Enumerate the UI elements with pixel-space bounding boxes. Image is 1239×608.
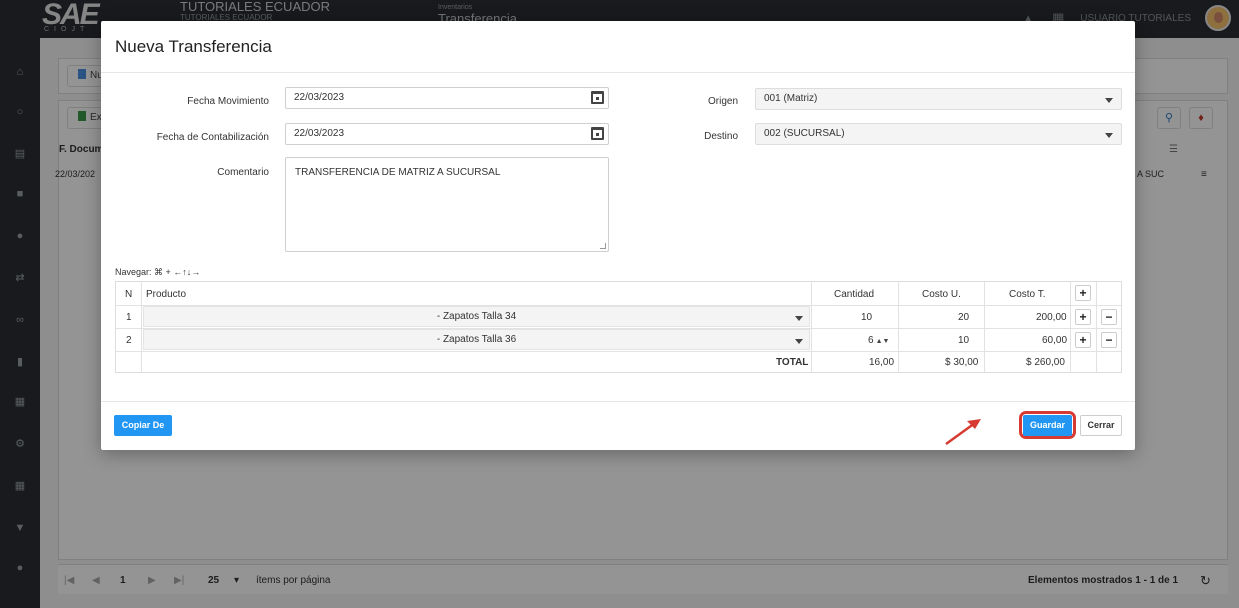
comentario-value: TRANSFERENCIA DE MATRIZ A SUCURSAL <box>295 167 501 178</box>
fecha-movimiento-input[interactable]: 22/03/2023 <box>285 87 609 109</box>
row-2-cantidad: 6 <box>868 335 874 346</box>
nueva-transferencia-dialog: Nueva Transferencia Fecha Movimiento 22/… <box>101 21 1135 450</box>
header-producto: Producto <box>146 289 187 300</box>
grid-col-divider <box>141 282 142 372</box>
comentario-textarea[interactable]: TRANSFERENCIA DE MATRIZ A SUCURSAL <box>285 157 609 252</box>
row-2-costo-u[interactable]: 10 <box>958 335 969 346</box>
row-2-producto-select[interactable]: - Zapatos Talla 36 <box>143 329 810 350</box>
destino-select[interactable]: 002 (SUCURSAL) <box>755 123 1122 145</box>
comentario-label: Comentario <box>217 167 269 178</box>
cerrar-button[interactable]: Cerrar <box>1080 415 1122 436</box>
row-1-producto: - Zapatos Talla 34 <box>436 311 517 322</box>
origen-select[interactable]: 001 (Matriz) <box>755 88 1122 110</box>
grid-row-divider <box>116 351 1121 352</box>
calendar-icon[interactable] <box>591 91 604 104</box>
row-1-cantidad[interactable]: 10 <box>861 312 872 323</box>
total-costo-u: $ 30,00 <box>945 357 979 368</box>
row-1-n: 1 <box>126 312 132 323</box>
header-divider <box>101 72 1135 73</box>
grid-col-divider <box>1070 282 1071 372</box>
chevron-down-icon <box>1105 133 1113 138</box>
fecha-contabilizacion-input[interactable]: 22/03/2023 <box>285 123 609 145</box>
fecha-movimiento-label: Fecha Movimiento <box>187 96 269 107</box>
pointer-arrow-icon <box>945 419 981 446</box>
header-costo-u: Costo U. <box>922 289 961 300</box>
total-costo-t: $ 260,00 <box>1026 357 1065 368</box>
calendar-icon[interactable] <box>591 127 604 140</box>
row-1-costo-u[interactable]: 20 <box>958 312 969 323</box>
row-1-producto-select[interactable]: - Zapatos Talla 34 <box>143 306 810 327</box>
total-cantidad: 16,00 <box>869 357 895 368</box>
header-n: N <box>125 289 133 300</box>
row-2-remove-button[interactable]: − <box>1101 332 1117 348</box>
fecha-contabilizacion-value: 22/03/2023 <box>294 128 345 139</box>
footer-divider <box>101 401 1135 402</box>
row-1-add-button[interactable]: + <box>1075 309 1091 325</box>
row-2-n: 2 <box>126 335 132 346</box>
row-2-add-button[interactable]: + <box>1075 332 1091 348</box>
grid-col-divider <box>811 282 812 372</box>
row-2-producto: - Zapatos Talla 36 <box>436 334 517 345</box>
spinner-icon[interactable]: ▲▼ <box>876 338 890 345</box>
header-costo-t: Costo T. <box>1009 289 1046 300</box>
dialog-title: Nueva Transferencia <box>115 37 272 56</box>
fecha-contabilizacion-label: Fecha de Contabilización <box>156 132 269 143</box>
destino-label: Destino <box>704 131 738 142</box>
grid-col-divider <box>1096 282 1097 372</box>
chevron-down-icon <box>795 316 803 321</box>
row-2-costo-t: 60,00 <box>1042 335 1068 346</box>
header-cantidad: Cantidad <box>834 289 875 300</box>
chevron-down-icon <box>795 339 803 344</box>
fecha-movimiento-value: 22/03/2023 <box>294 92 345 103</box>
row-1-costo-t: 200,00 <box>1036 312 1067 323</box>
chevron-down-icon <box>1105 98 1113 103</box>
origen-value: 001 (Matriz) <box>764 93 818 104</box>
row-1-remove-button[interactable]: − <box>1101 309 1117 325</box>
row-2-cantidad-input[interactable]: 6 ▲▼ <box>868 335 889 346</box>
navigation-hint: Navegar: ⌘ + ←↑↓→ <box>115 267 201 277</box>
grid-col-divider <box>984 282 985 372</box>
grid-col-divider <box>898 282 899 372</box>
resize-grip-icon[interactable] <box>600 243 606 249</box>
origen-label: Origen <box>707 96 738 107</box>
copiar-de-button[interactable]: Copiar De <box>114 415 172 436</box>
add-row-button[interactable]: + <box>1075 285 1091 301</box>
destino-value: 002 (SUCURSAL) <box>764 128 845 139</box>
guardar-button[interactable]: Guardar <box>1023 415 1072 436</box>
total-label: TOTAL <box>776 357 809 368</box>
products-grid: N Producto Cantidad Costo U. Costo T. + … <box>115 281 1122 373</box>
